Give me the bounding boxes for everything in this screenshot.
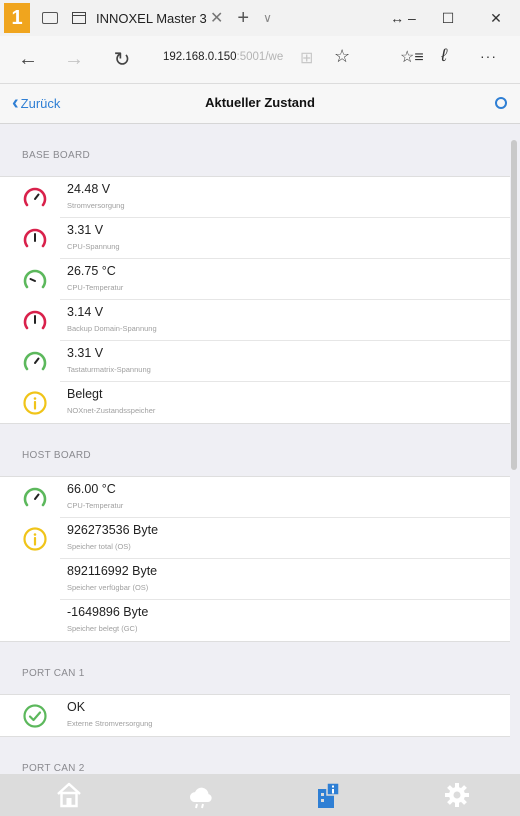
section-header: PORT CAN 1 [22, 668, 85, 679]
item-label: NOXnet-Zustandsspeicher [67, 406, 156, 415]
list-item: 3.14 V Backup Domain-Spannung [0, 300, 510, 341]
item-value: Belegt [67, 387, 103, 401]
section-header: BASE BOARD [22, 150, 91, 161]
browser-titlebar: 1 INNOXEL Master 3 ✕ + ∨ ↔ – ☐ ✕ [0, 0, 520, 36]
url-field[interactable]: 192.168.0.150:5001/we [163, 51, 283, 63]
item-label: Speicher total (OS) [67, 542, 131, 551]
list-item: 3.31 V Tastaturmatrix-Spannung [0, 341, 510, 382]
browser-addressbar: ← → ↻ 192.168.0.150:5001/we ⊞ ☆ ☆≡ ℓ ··· [0, 36, 520, 84]
url-path: :5001/we [236, 51, 284, 63]
item-value: OK [67, 700, 86, 714]
list-item: 26.75 °C CPU-Temperatur [0, 259, 510, 300]
web-note-icon[interactable]: ℓ [441, 45, 447, 66]
item-label: CPU-Temperatur [67, 501, 124, 510]
nav-forward-button[interactable]: → [54, 40, 94, 80]
tab-title: INNOXEL Master 3 [96, 10, 207, 26]
gauge-green-icon [23, 269, 47, 289]
list-item: OK Externe Stromversorgung [0, 695, 510, 736]
section-header: PORT CAN 2 [22, 763, 85, 774]
browser-tab[interactable]: INNOXEL Master 3 ✕ [72, 0, 223, 36]
list-item: 3.31 V CPU-Spannung [0, 218, 510, 259]
item-value: -1649896 Byte [67, 605, 149, 619]
list-item: 24.48 V Stromversorgung [0, 177, 510, 218]
page-icon [72, 12, 86, 24]
reading-view-icon[interactable]: ⊞ [300, 48, 313, 68]
more-menu-icon[interactable]: ··· [480, 48, 497, 64]
favorite-star-icon[interactable]: ☆ [334, 46, 350, 67]
gauge-red-icon [23, 310, 47, 330]
page-title: Aktueller Zustand [205, 95, 315, 110]
refresh-circle-icon[interactable] [495, 97, 507, 109]
list-item: 66.00 °C CPU-Temperatur [0, 477, 510, 518]
item-value: 3.31 V [67, 346, 104, 360]
item-value: 892116992 Byte [67, 564, 158, 578]
item-value: 24.48 V [67, 182, 111, 196]
section-group: 66.00 °C CPU-Temperatur 926273536 Byte S… [0, 476, 510, 642]
status-list[interactable]: BASE BOARD 24.48 V Stromversorgung 3.31 … [0, 124, 510, 774]
section-header: HOST BOARD [22, 450, 91, 461]
scrollbar[interactable] [511, 140, 517, 470]
favorites-hub-icon[interactable]: ☆≡ [400, 47, 424, 67]
tab-list-button[interactable]: ∨ [263, 11, 272, 25]
info-yellow-icon [23, 391, 47, 415]
item-value: 3.14 V [67, 305, 104, 319]
info-yellow-icon [23, 527, 47, 551]
new-tab-button[interactable]: + [237, 7, 249, 30]
item-label: Tastaturmatrix-Spannung [67, 365, 151, 374]
item-label: Speicher verfügbar (OS) [67, 583, 149, 592]
item-label: Backup Domain-Spannung [67, 324, 157, 333]
window-restore-button[interactable]: ↔ – [380, 0, 426, 36]
gauge-green-icon [23, 351, 47, 371]
section-group: OK Externe Stromversorgung [0, 694, 510, 737]
tab-restore-icon[interactable] [42, 12, 58, 24]
gauge-red-icon [23, 228, 47, 248]
section-group: 24.48 V Stromversorgung 3.31 V CPU-Spann… [0, 176, 510, 424]
item-value: 926273536 Byte [67, 523, 159, 537]
item-label: Externe Stromversorgung [67, 719, 153, 728]
window-maximize-button[interactable]: ☐ [428, 0, 468, 36]
list-item: 926273536 Byte Speicher total (OS) [0, 518, 510, 559]
list-item: Belegt NOXnet-Zustandsspeicher [0, 382, 510, 423]
item-label: CPU-Temperatur [67, 283, 124, 292]
status-icon[interactable] [313, 780, 343, 810]
gauge-red-icon [23, 187, 47, 207]
check-green-icon [23, 704, 47, 728]
gauge-green-icon [23, 487, 47, 507]
screenshot-frame: 1 INNOXEL Master 3 ✕ + ∨ ↔ – ☐ ✕ ← → ↻ 1… [0, 0, 520, 816]
list-item: 892116992 Byte Speicher verfügbar (OS) [0, 559, 510, 600]
refresh-button[interactable]: ↻ [102, 40, 142, 80]
item-value: 26.75 °C [67, 264, 116, 278]
bottom-tabbar [0, 774, 520, 816]
nav-back-button[interactable]: ← [8, 40, 48, 80]
item-label: Stromversorgung [67, 201, 125, 210]
home-icon[interactable] [54, 780, 84, 810]
step-badge: 1 [4, 3, 30, 33]
item-label: Speicher belegt (GC) [67, 624, 138, 633]
settings-icon[interactable] [442, 780, 472, 810]
item-value: 66.00 °C [67, 482, 116, 496]
app-header: ‹ Zurück Aktueller Zustand [0, 84, 520, 124]
window-close-button[interactable]: ✕ [476, 0, 516, 36]
item-label: CPU-Spannung [67, 242, 120, 251]
tab-close-icon[interactable]: ✕ [210, 8, 223, 28]
list-item: -1649896 Byte Speicher belegt (GC) [0, 600, 510, 641]
item-value: 3.31 V [67, 223, 104, 237]
url-host: 192.168.0.150 [163, 51, 237, 63]
weather-icon[interactable] [186, 780, 216, 810]
